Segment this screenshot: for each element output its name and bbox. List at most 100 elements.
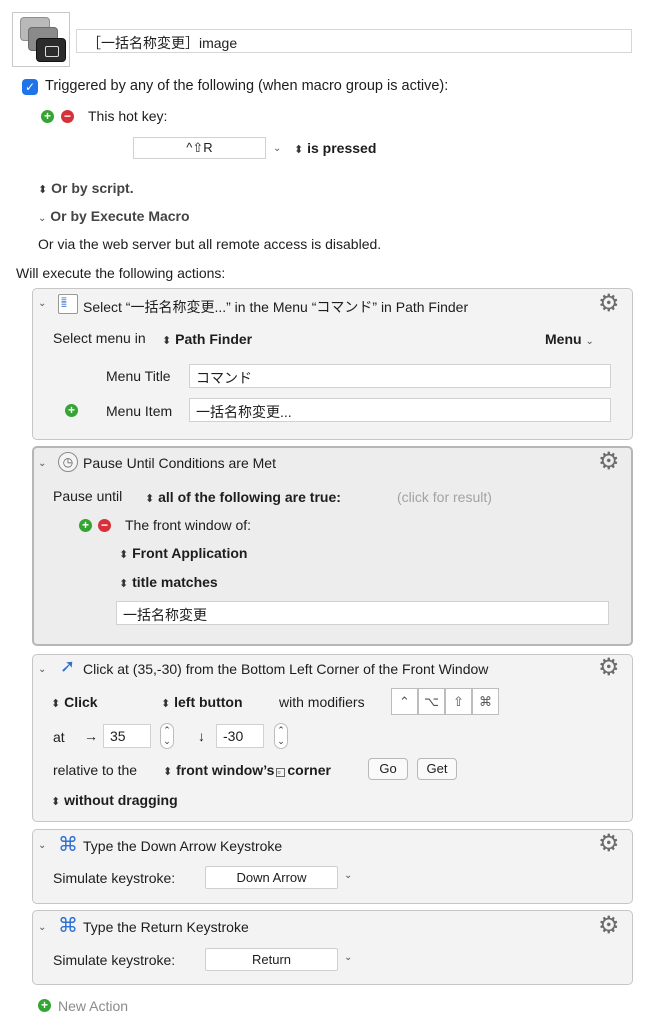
chevron-down-icon[interactable]: ⌄ [344, 952, 352, 963]
gear-icon[interactable]: ⚙ [598, 832, 620, 856]
click-for-result-link[interactable]: (click for result) [397, 489, 492, 505]
updown-icon: ⬍ [145, 493, 155, 505]
trigger-checkbox[interactable]: ✓ [22, 79, 38, 95]
modifier-shift-toggle[interactable]: ⇧ [445, 688, 472, 715]
go-button[interactable]: Go [368, 758, 408, 780]
collapse-chevron-icon[interactable]: ⌄ [38, 458, 46, 469]
macro-icon[interactable] [12, 12, 70, 67]
action-title: Type the Return Keystroke [83, 919, 249, 935]
action-title: Pause Until Conditions are Met [83, 455, 276, 471]
command-key-icon: ⌘ [58, 834, 78, 856]
hotkey-label: This hot key: [88, 108, 168, 124]
x-arrow-icon: → [84, 728, 98, 744]
mouse-button-label: left button [174, 694, 243, 710]
x-coordinate-field[interactable]: 35 [103, 724, 151, 748]
updown-icon: ⬍ [162, 335, 172, 347]
y-arrow-icon: ↓ [198, 728, 205, 744]
or-by-script-label: Or by script. [51, 180, 134, 196]
gear-icon[interactable]: ⚙ [598, 292, 620, 316]
action-title: Select “一括名称変更...” in the Menu “コマンド” in… [83, 299, 469, 315]
get-button[interactable]: Get [417, 758, 457, 780]
corner-owner-label: front window’s [176, 762, 275, 778]
action-title: Click at (35,-30) from the Bottom Left C… [83, 661, 489, 677]
dragging-label: without dragging [64, 792, 178, 808]
select-menu-in-label: Select menu in [53, 330, 146, 346]
menu-dropdown-label: Menu [545, 331, 582, 347]
chevron-down-icon[interactable]: ⌄ [344, 870, 352, 881]
add-condition-button[interactable]: + [79, 519, 92, 532]
or-by-execute-macro-toggle[interactable]: ⌄ Or by Execute Macro [38, 208, 190, 224]
updown-icon: ⬍ [38, 184, 48, 196]
updown-icon: ⬍ [163, 766, 173, 778]
macro-name-field[interactable]: ［一括名称変更］image [76, 29, 632, 53]
gear-icon[interactable]: ⚙ [598, 656, 620, 680]
collapse-chevron-icon[interactable]: ⌄ [38, 840, 46, 851]
gear-icon[interactable]: ⚙ [598, 914, 620, 938]
pointer-click-icon: ➚ [60, 656, 76, 676]
y-coordinate-field[interactable]: -30 [216, 724, 264, 748]
new-action-plus-icon[interactable]: + [38, 999, 51, 1012]
condition-mode-popup[interactable]: ⬍ all of the following are true: [145, 489, 341, 505]
front-application-popup[interactable]: ⬍ Front Application [119, 545, 247, 561]
simulate-keystroke-label: Simulate keystroke: [53, 870, 176, 886]
title-match-field[interactable]: 一括名称変更 [116, 601, 609, 625]
collapse-chevron-icon[interactable]: ⌄ [38, 922, 46, 933]
chevron-down-icon[interactable]: ⌄ [273, 143, 281, 154]
collapse-chevron-icon[interactable]: ⌄ [38, 664, 46, 675]
hotkey-state-popup[interactable]: ⬍ is pressed [294, 140, 376, 156]
app-popup[interactable]: ⬍ Path Finder [162, 331, 252, 347]
or-by-script-toggle[interactable]: ⬍ Or by script. [38, 180, 134, 196]
menu-title-label: Menu Title [106, 368, 171, 384]
updown-icon: ⬍ [119, 549, 129, 561]
hotkey-field[interactable]: ^⇧R [133, 137, 266, 159]
front-window-of-label: The front window of: [125, 517, 252, 533]
keystroke-field[interactable]: Return [205, 948, 338, 971]
gear-icon[interactable]: ⚙ [598, 450, 620, 474]
corner-popup[interactable]: ⬍ front window’s ▫ corner [163, 762, 331, 778]
menu-list-icon: ≡ ≡ [58, 294, 78, 314]
chevron-down-icon: ⌄ [38, 213, 47, 224]
modifier-option-toggle[interactable]: ⌥ [418, 688, 445, 715]
corner-label: corner [287, 762, 331, 778]
corner-icon: ▫ [276, 768, 286, 777]
or-by-execute-macro-label: Or by Execute Macro [50, 208, 190, 224]
updown-icon: ⬍ [51, 796, 61, 808]
trigger-label: Triggered by any of the following (when … [45, 78, 449, 94]
title-matches-popup[interactable]: ⬍ title matches [119, 574, 218, 590]
front-application-label: Front Application [132, 545, 248, 561]
updown-icon: ⬍ [119, 578, 129, 590]
remove-trigger-button[interactable]: − [61, 110, 74, 123]
keystroke-field[interactable]: Down Arrow [205, 866, 338, 889]
dragging-popup[interactable]: ⬍ without dragging [51, 792, 178, 808]
modifier-control-toggle[interactable]: ⌃ [391, 688, 418, 715]
modifier-command-toggle[interactable]: ⌘ [472, 688, 499, 715]
menu-item-field[interactable]: 一括名称変更... [189, 398, 611, 422]
chevron-down-icon: ⌄ [585, 336, 594, 347]
relative-to-label: relative to the [53, 762, 138, 778]
remove-condition-button[interactable]: − [98, 519, 111, 532]
updown-icon: ⬍ [161, 698, 171, 710]
x-stepper[interactable]: ⌃ ⌄ [160, 723, 174, 749]
clock-icon: ◷ [58, 452, 78, 472]
pause-until-label: Pause until [53, 488, 123, 504]
command-key-icon: ⌘ [58, 915, 78, 937]
app-label: Path Finder [175, 331, 253, 347]
title-matches-label: title matches [132, 574, 218, 590]
hotkey-state-label: is pressed [307, 140, 377, 156]
with-modifiers-label: with modifiers [279, 694, 365, 710]
condition-mode-label: all of the following are true: [158, 489, 341, 505]
web-server-note: Or via the web server but all remote acc… [38, 236, 382, 252]
click-type-popup[interactable]: ⬍ Click [51, 694, 98, 710]
y-stepper[interactable]: ⌃ ⌄ [274, 723, 288, 749]
at-label: at [53, 729, 65, 745]
menu-dropdown[interactable]: Menu ⌄ [545, 331, 594, 347]
menu-title-field[interactable]: コマンド [189, 364, 611, 388]
click-type-label: Click [64, 694, 98, 710]
updown-icon: ⬍ [294, 144, 304, 156]
updown-icon: ⬍ [51, 698, 61, 710]
add-menu-item-button[interactable]: + [65, 404, 78, 417]
mouse-button-popup[interactable]: ⬍ left button [161, 694, 243, 710]
add-trigger-button[interactable]: + [41, 110, 54, 123]
new-action-button[interactable]: New Action [58, 998, 128, 1014]
collapse-chevron-icon[interactable]: ⌄ [38, 298, 46, 309]
